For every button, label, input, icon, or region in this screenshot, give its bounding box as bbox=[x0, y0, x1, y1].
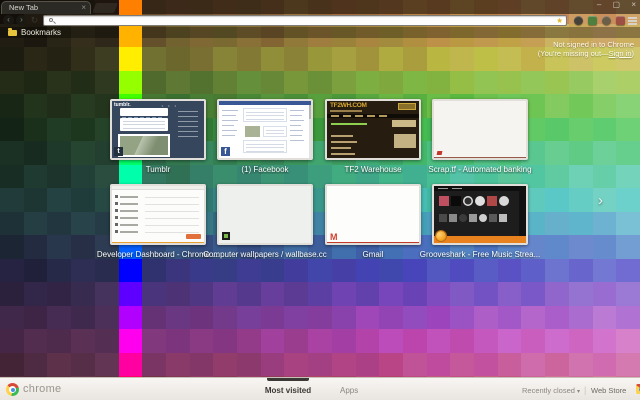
site-thumbnail: tumblr. • • • t bbox=[112, 101, 204, 158]
reload-button[interactable]: ↻ bbox=[29, 15, 40, 26]
extension-icon-1[interactable] bbox=[574, 16, 583, 25]
site-thumbnail: f bbox=[219, 101, 311, 158]
site-thumbnail: TF2WH.COM bbox=[327, 101, 419, 158]
tumblr-badge-icon: t bbox=[114, 147, 123, 156]
scrap-tf-icon bbox=[437, 151, 443, 155]
site-thumbnail: M bbox=[327, 186, 419, 243]
tab-apps[interactable]: Apps bbox=[340, 386, 358, 395]
thumbnail-developer-dashboard[interactable] bbox=[110, 184, 206, 245]
search-icon bbox=[49, 18, 53, 22]
thumbnail-gmail[interactable]: M bbox=[325, 184, 421, 245]
selected-tab-indicator bbox=[267, 378, 309, 381]
gmail-m-icon: M bbox=[330, 232, 338, 242]
frame-shade bbox=[142, 0, 640, 14]
grooveshark-logo-icon bbox=[436, 231, 446, 241]
site-thumbnail bbox=[434, 186, 526, 243]
web-store-link[interactable]: Web Store bbox=[591, 386, 626, 395]
window-controls: – ▢ × bbox=[588, 0, 636, 10]
thumbnail-tumblr[interactable]: tumblr. • • • t bbox=[110, 99, 206, 160]
tf2wh-header: TF2WH.COM bbox=[330, 102, 367, 109]
signin-notice: Not signed in to Chrome (You're missing … bbox=[538, 40, 634, 58]
chrome-logo-icon bbox=[6, 383, 19, 396]
thumbnail-wallbase[interactable] bbox=[217, 184, 313, 245]
bookmarks-folder[interactable]: Bookmarks bbox=[8, 28, 61, 38]
dashboard-button bbox=[186, 234, 201, 239]
browser-window: New Tab × – ▢ × ‹ › ↻ ★ Bookmarks Not si… bbox=[0, 0, 640, 400]
extension-icon-3[interactable] bbox=[602, 16, 611, 25]
restore-button[interactable]: ▢ bbox=[613, 0, 621, 9]
footer-separator: | bbox=[584, 385, 586, 395]
tab-close-icon[interactable]: × bbox=[81, 2, 86, 14]
thumbnail-facebook[interactable]: f bbox=[217, 99, 313, 160]
back-button[interactable]: ‹ bbox=[3, 15, 14, 26]
tab-new-tab[interactable]: New Tab × bbox=[1, 1, 91, 14]
minimize-button[interactable]: – bbox=[597, 0, 601, 9]
tile-label: Tumblr bbox=[96, 165, 220, 174]
site-thumbnail bbox=[112, 186, 204, 243]
new-tab-button[interactable] bbox=[92, 3, 118, 13]
tile-label: (1) Facebook bbox=[203, 165, 327, 174]
extension-icon-4[interactable] bbox=[616, 16, 625, 25]
tile-label: Grooveshark - Free Music Strea... bbox=[418, 250, 542, 259]
signin-line1: Not signed in to Chrome bbox=[553, 40, 634, 49]
extension-icon-2[interactable] bbox=[588, 16, 597, 25]
thumbnail-scrap-tf[interactable] bbox=[432, 99, 528, 160]
recently-closed-menu[interactable]: Recently closed▾ bbox=[522, 386, 580, 395]
tile-label: Computer wallpapers / wallbase.cc bbox=[203, 250, 327, 259]
bookmarks-label: Bookmarks bbox=[21, 28, 61, 37]
bookmarks-bar bbox=[142, 27, 640, 38]
thumbnail-tf2-warehouse[interactable]: TF2WH.COM bbox=[325, 99, 421, 160]
wallbase-icon bbox=[222, 232, 230, 240]
site-thumbnail bbox=[434, 101, 526, 158]
tile-label: Scrap.tf - Automated banking bbox=[418, 165, 542, 174]
close-button[interactable]: × bbox=[631, 0, 636, 9]
theme-background bbox=[0, 0, 640, 400]
tab-most-visited[interactable]: Most visited bbox=[240, 386, 336, 395]
bookmark-star-icon[interactable]: ★ bbox=[556, 16, 563, 26]
tile-label: Gmail bbox=[311, 250, 435, 259]
tile-label: Developer Dashboard - Chrome ... bbox=[96, 250, 220, 259]
caret-down-icon: ▾ bbox=[577, 389, 580, 395]
menu-icon[interactable] bbox=[628, 17, 637, 26]
forward-button[interactable]: › bbox=[16, 15, 27, 26]
signin-line2: (You're missing out— bbox=[538, 49, 609, 58]
address-bar[interactable]: ★ bbox=[43, 15, 567, 26]
footer-bar: chrome Most visited Apps Recently closed… bbox=[0, 377, 640, 400]
facebook-badge-icon: f bbox=[221, 147, 230, 156]
chrome-brand-text: chrome bbox=[23, 383, 61, 395]
signin-link[interactable]: Sign in bbox=[609, 49, 632, 58]
tile-label: TF2 Warehouse bbox=[311, 165, 435, 174]
site-thumbnail bbox=[219, 186, 311, 243]
folder-icon bbox=[8, 30, 17, 36]
thumbnail-grooveshark[interactable] bbox=[432, 184, 528, 245]
tab-title: New Tab bbox=[9, 3, 38, 12]
next-page-chevron[interactable]: › bbox=[598, 192, 603, 209]
web-store-icon bbox=[636, 384, 640, 394]
